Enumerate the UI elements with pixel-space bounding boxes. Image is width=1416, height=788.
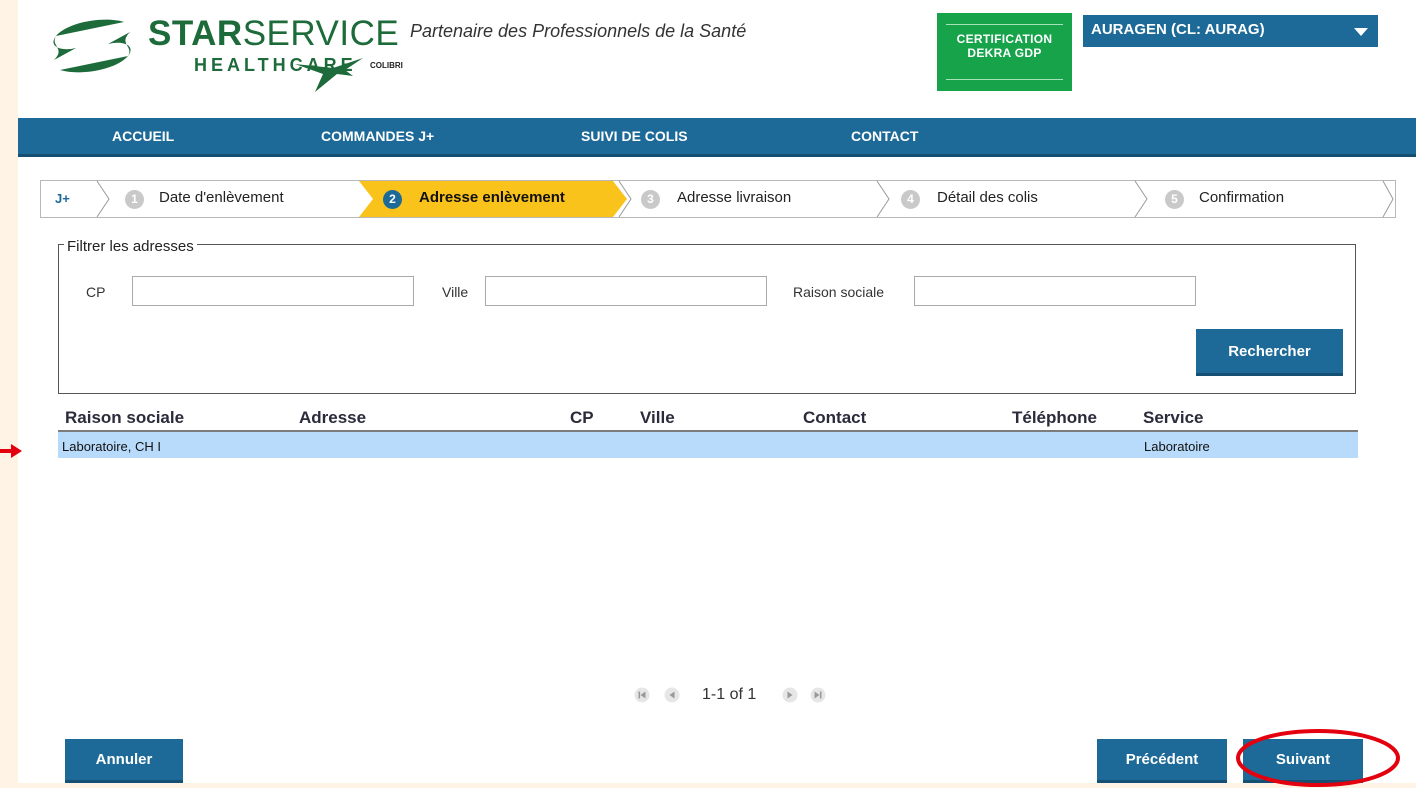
pagination-status: 1-1 of 1 <box>702 686 757 703</box>
colibri-label: COLIBRI <box>370 61 403 70</box>
column-header-ville[interactable]: Ville <box>640 408 675 428</box>
main-nav: ACCUEIL COMMANDES J+ SUIVI DE COLIS CONT… <box>18 118 1416 157</box>
next-page-icon[interactable] <box>782 687 798 703</box>
nav-item-contact[interactable]: CONTACT <box>851 128 918 144</box>
cell-raison-sociale: Laboratoire, CH I <box>62 439 161 454</box>
first-page-icon[interactable] <box>634 687 650 703</box>
step-number: 3 <box>641 190 660 209</box>
step-number: 1 <box>125 190 144 209</box>
step-label: Adresse livraison <box>677 189 792 206</box>
raison-sociale-input[interactable] <box>914 276 1196 306</box>
step-label: Date d'enlèvement <box>159 189 284 206</box>
last-page-icon[interactable] <box>810 687 826 703</box>
column-header-service[interactable]: Service <box>1143 408 1204 428</box>
annotation-arrow-icon <box>0 444 22 458</box>
step-confirmation[interactable]: 5 Confirmation <box>1147 181 1387 217</box>
hummingbird-icon <box>295 58 363 92</box>
ville-input[interactable] <box>485 276 767 306</box>
step-label: Adresse enlèvement <box>419 189 565 206</box>
nav-item-suivi-colis[interactable]: SUIVI DE COLIS <box>581 128 688 144</box>
chevron-right-icon <box>96 181 110 217</box>
cell-service: Laboratoire <box>1144 439 1210 454</box>
column-header-adresse[interactable]: Adresse <box>299 408 366 428</box>
column-header-contact[interactable]: Contact <box>803 408 866 428</box>
step-adresse-livraison[interactable]: 3 Adresse livraison <box>631 181 883 217</box>
step-label: Confirmation <box>1199 189 1285 206</box>
annotation-circle <box>1236 729 1400 787</box>
chevron-right-icon <box>876 181 890 217</box>
chevron-right-icon <box>1134 181 1148 217</box>
cp-label: CP <box>86 284 106 300</box>
step-adresse-enlevement[interactable]: 2 Adresse enlèvement <box>359 181 627 217</box>
step-number: 4 <box>901 190 920 209</box>
column-header-telephone[interactable]: Téléphone <box>1012 408 1097 428</box>
step-date-enlevement[interactable]: 1 Date d'enlèvement <box>119 181 371 217</box>
column-header-raison-sociale[interactable]: Raison sociale <box>65 408 184 428</box>
cancel-button[interactable]: Annuler <box>65 739 183 783</box>
previous-button[interactable]: Précédent <box>1097 739 1227 783</box>
column-header-cp[interactable]: CP <box>570 408 594 428</box>
starservice-logo-icon <box>53 19 131 73</box>
tagline: Partenaire des Professionnels de la Sant… <box>410 21 747 41</box>
account-selector[interactable]: AURAGEN (CL: AURAG) <box>1083 15 1378 47</box>
step-label: Détail des colis <box>937 189 1038 206</box>
nav-item-accueil[interactable]: ACCUEIL <box>112 128 174 144</box>
chevron-down-icon <box>1354 28 1368 36</box>
cert-line-1: CERTIFICATION <box>956 32 1053 46</box>
certification-badge: CERTIFICATION DEKRA GDP <box>937 13 1072 91</box>
table-row[interactable]: Laboratoire, CH I Laboratoire <box>58 432 1358 458</box>
cert-line-2: DEKRA GDP <box>967 46 1042 60</box>
step-detail-colis[interactable]: 4 Détail des colis <box>889 181 1141 217</box>
address-filter <box>58 244 1356 394</box>
nav-item-commandes[interactable]: COMMANDES J+ <box>321 128 434 144</box>
account-selector-value: AURAGEN (CL: AURAG) <box>1091 21 1265 38</box>
order-stepper: J+ 1 Date d'enlèvement 2 Adresse enlèvem… <box>40 180 1396 218</box>
raison-sociale-label: Raison sociale <box>793 284 885 300</box>
cp-input[interactable] <box>132 276 414 306</box>
filter-legend: Filtrer les adresses <box>64 238 197 255</box>
stepper-prefix: J+ <box>55 191 70 206</box>
search-button[interactable]: Rechercher <box>1196 329 1343 376</box>
previous-page-icon[interactable] <box>664 687 680 703</box>
page: STARSERVICE HEALTHCARE Partenaire des Pr… <box>18 0 1416 787</box>
step-number: 5 <box>1165 190 1184 209</box>
chevron-right-icon <box>618 181 632 217</box>
ville-label: Ville <box>442 284 469 300</box>
chevron-right-icon <box>1382 181 1394 217</box>
step-number: 2 <box>383 190 402 209</box>
